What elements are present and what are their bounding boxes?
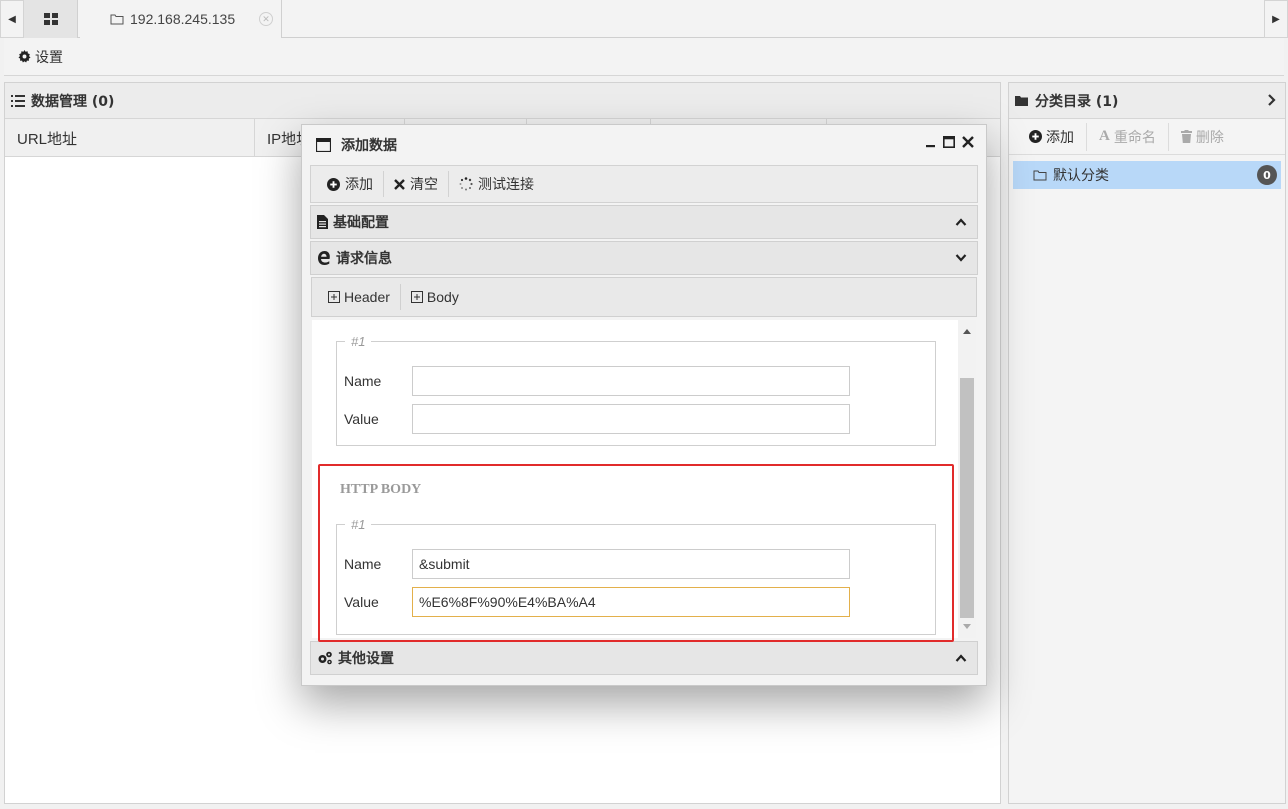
category-rename-label: 重命名 (1113, 129, 1156, 146)
plus-square-icon (328, 291, 340, 303)
header-name-row: Name (344, 366, 850, 396)
dialog-title: 添加数据 (341, 138, 397, 154)
maximize-icon[interactable] (943, 136, 955, 148)
category-item-label: 默认分类 (1053, 168, 1109, 184)
header-value-label: Value (344, 411, 379, 427)
caret-right-icon: ▶ (1272, 13, 1280, 25)
plus-circle-icon (1029, 130, 1042, 143)
category-panel: 分类目录 (1) 添加 A 重命名 删除 默认分类 0 (1008, 82, 1286, 804)
caret-left-icon: ◀ (8, 13, 16, 25)
gears-icon (317, 651, 333, 665)
category-delete-label: 删除 (1195, 129, 1224, 146)
section-basic-config[interactable]: 基础配置 (310, 205, 978, 239)
category-item-default[interactable]: 默认分类 0 (1013, 161, 1281, 189)
category-rename-button[interactable]: A 重命名 (1087, 122, 1169, 151)
scroll-down-icon[interactable] (958, 620, 976, 634)
dialog-window-controls (926, 136, 974, 148)
minimize-icon[interactable] (926, 136, 936, 148)
chevron-up-icon (955, 653, 967, 663)
tab-scroll-left-button[interactable]: ◀ (0, 0, 24, 38)
category-add-button[interactable]: 添加 (1017, 122, 1087, 151)
tab-scroll-right-button[interactable]: ▶ (1264, 0, 1288, 38)
chevron-up-icon (955, 217, 967, 227)
section-request-info[interactable]: 请求信息 (310, 241, 978, 275)
tab-header[interactable]: Header (318, 284, 401, 310)
section-request-label: 请求信息 (336, 251, 392, 267)
header-value-row: Value (344, 404, 850, 434)
section-other-label: 其他设置 (338, 651, 394, 667)
tab-header-label: Header (344, 289, 390, 305)
category-delete-button[interactable]: 删除 (1169, 123, 1236, 151)
section-other-settings[interactable]: 其他设置 (310, 641, 978, 675)
category-add-label: 添加 (1046, 129, 1074, 146)
tab-host[interactable]: 192.168.245.135 ✕ (80, 0, 282, 38)
trash-icon (1180, 130, 1192, 143)
header-name-input[interactable] (412, 366, 850, 396)
edge-icon (317, 251, 331, 265)
category-count-badge: 0 (1257, 165, 1277, 185)
category-list: 默认分类 0 (1009, 155, 1285, 195)
tab-body[interactable]: Body (401, 284, 469, 310)
plus-square-icon (410, 291, 423, 303)
dialog-test-connection-button[interactable]: 测试连接 (449, 171, 544, 197)
dialog-add-button[interactable]: 添加 (317, 171, 384, 197)
gear-icon (18, 50, 31, 63)
home-tab[interactable] (24, 0, 78, 38)
plus-circle-icon (327, 177, 340, 191)
tab-label: 192.168.245.135 (130, 11, 236, 27)
tab-body-label: Body (426, 289, 459, 305)
folder-icon (110, 13, 124, 25)
data-panel-header: 数据管理 (0) (5, 83, 1000, 119)
header-fieldset-legend: #1 (351, 334, 366, 349)
dialog-add-label: 添加 (345, 177, 373, 193)
header-name-label: Name (344, 373, 382, 389)
column-header-url[interactable]: URL地址 (5, 119, 255, 157)
folder-icon (1033, 169, 1047, 181)
times-icon (394, 178, 405, 190)
header-value-input[interactable] (412, 404, 850, 434)
dialog-clear-label: 清空 (410, 177, 438, 193)
spinner-icon (459, 177, 473, 191)
category-panel-header: 分类目录 (1) (1009, 83, 1285, 119)
file-icon (317, 215, 328, 229)
close-icon[interactable] (962, 136, 974, 148)
request-subtabs: Header Body (311, 277, 977, 317)
scrollbar[interactable] (958, 320, 976, 638)
close-tab-icon[interactable]: ✕ (259, 12, 273, 26)
settings-button[interactable]: 设置 (35, 47, 63, 67)
scroll-up-icon[interactable] (958, 324, 976, 338)
category-toolbar: 添加 A 重命名 删除 (1009, 119, 1285, 155)
section-basic-label: 基础配置 (333, 215, 389, 231)
dialog-toolbar: 添加 清空 测试连接 (310, 165, 978, 203)
list-icon (11, 94, 25, 107)
grid-icon (43, 13, 58, 25)
tab-bar: ◀ 192.168.245.135 ✕ ▶ (0, 0, 1288, 38)
folder-open-icon (1015, 95, 1029, 107)
dialog-title-bar[interactable]: 添加数据 (302, 125, 986, 165)
dialog-test-label: 测试连接 (478, 177, 534, 193)
chevron-down-icon (955, 253, 967, 263)
chevron-right-icon[interactable] (1267, 93, 1277, 107)
font-icon: A (1099, 128, 1110, 144)
data-panel-title: 数据管理 (0) (31, 93, 115, 110)
window-icon (316, 138, 331, 152)
highlight-box (318, 464, 954, 642)
scrollbar-thumb[interactable] (960, 378, 974, 618)
category-panel-title: 分类目录 (1) (1035, 93, 1119, 110)
main-toolbar: 设置 (4, 38, 1284, 76)
dialog-clear-button[interactable]: 清空 (384, 171, 449, 197)
